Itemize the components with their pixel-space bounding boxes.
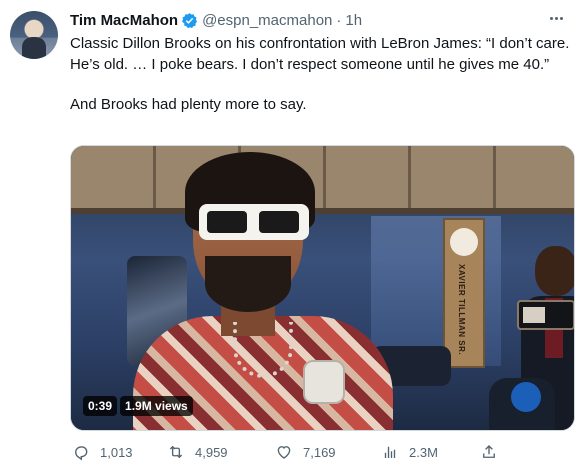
nameplate-text: XAVIER TILLMAN SR. bbox=[457, 264, 466, 356]
author-name[interactable]: Tim MacMahon bbox=[70, 12, 178, 29]
tweet-paragraph-1: Classic Dillon Brooks on his confrontati… bbox=[70, 35, 570, 73]
like-icon bbox=[277, 446, 291, 459]
separator-dot: · bbox=[336, 11, 342, 29]
reply-button[interactable]: 1,013 bbox=[72, 443, 133, 461]
reply-count: 1,013 bbox=[100, 444, 133, 460]
tweet-text: Classic Dillon Brooks on his confrontati… bbox=[70, 34, 570, 116]
like-count: 7,169 bbox=[303, 444, 336, 460]
share-button[interactable] bbox=[480, 443, 498, 461]
share-icon bbox=[483, 445, 495, 458]
interviewee-figure bbox=[133, 146, 423, 430]
mic-logo bbox=[511, 382, 541, 412]
locker-nameplate: XAVIER TILLMAN SR. bbox=[443, 218, 485, 368]
recording-phone bbox=[517, 300, 574, 330]
video-duration: 0:39 bbox=[83, 396, 118, 416]
reply-icon bbox=[75, 446, 88, 461]
like-button[interactable]: 7,169 bbox=[275, 443, 336, 461]
video-overlay: 0:39 1.9M views bbox=[83, 396, 193, 416]
retweet-icon bbox=[169, 445, 183, 459]
tweet-actions: 1,013 4,959 7,169 2.3M bbox=[70, 441, 575, 463]
more-icon[interactable] bbox=[546, 10, 566, 26]
white-sunglasses bbox=[199, 204, 309, 240]
chain-pendant bbox=[303, 360, 345, 404]
tweet-header: Tim MacMahon @espn_macmahon · 1h bbox=[70, 10, 362, 30]
views-button[interactable]: 2.3M bbox=[381, 443, 438, 461]
verified-badge-icon bbox=[181, 12, 198, 28]
views-count: 2.3M bbox=[409, 444, 438, 460]
tweet-timestamp[interactable]: 1h bbox=[345, 12, 362, 29]
retweet-count: 4,959 bbox=[195, 444, 228, 460]
video-view-count: 1.9M views bbox=[120, 396, 193, 416]
retweet-button[interactable]: 4,959 bbox=[167, 443, 228, 461]
tweet-paragraph-2: And Brooks had plenty more to say. bbox=[70, 96, 307, 113]
video-player[interactable]: XAVIER TILLMAN SR. 0:39 1.9M views bbox=[70, 145, 575, 431]
views-icon bbox=[384, 446, 396, 458]
video-frame: XAVIER TILLMAN SR. bbox=[71, 146, 574, 430]
author-handle[interactable]: @espn_macmahon bbox=[202, 12, 332, 29]
author-avatar[interactable] bbox=[10, 11, 58, 59]
